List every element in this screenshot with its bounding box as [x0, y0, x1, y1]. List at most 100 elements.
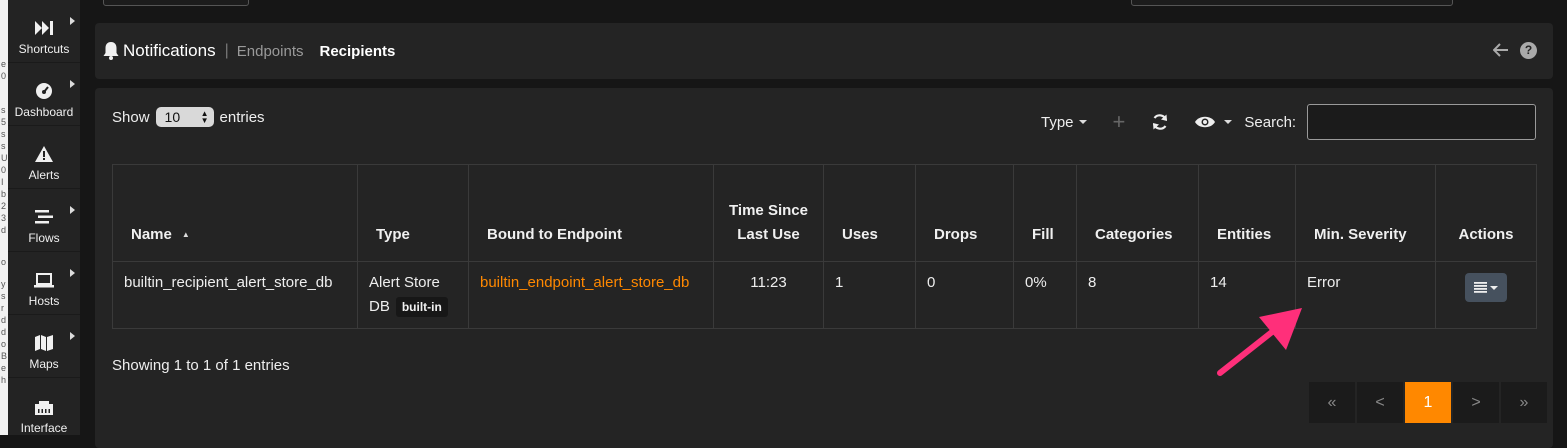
edge-fragment: B: [1, 351, 8, 361]
page-size-value: 10: [164, 109, 181, 125]
show-label: Show: [112, 108, 150, 126]
tab-recipients[interactable]: Recipients: [319, 43, 395, 60]
edge-fragment: s: [1, 129, 6, 139]
edge-fragment: s: [1, 291, 6, 301]
sidebar-item-alerts[interactable]: Alerts: [8, 126, 80, 189]
breadcrumb: Notifications | Endpoints Recipients: [103, 41, 395, 61]
edge-fragment: d: [1, 225, 7, 235]
page-prev-button[interactable]: <: [1357, 382, 1403, 423]
page-title: Notifications: [123, 41, 216, 60]
page-size-select[interactable]: 10 ▲ ▼: [155, 107, 214, 127]
column-header-bound-endpoint[interactable]: Bound to Endpoint: [468, 164, 714, 262]
cell-categories: 8: [1076, 261, 1199, 329]
column-header-fill[interactable]: Fill: [1013, 164, 1077, 262]
page-last-button[interactable]: »: [1501, 382, 1547, 423]
page-first-button[interactable]: «: [1309, 382, 1355, 423]
sidebar-item-interface[interactable]: Interface: [8, 378, 80, 441]
type-filter-dropdown[interactable]: Type: [1041, 114, 1087, 131]
sidebar-item-label: Maps: [29, 357, 59, 371]
select-arrows-icon: ▲ ▼: [200, 109, 209, 125]
sidebar-item-maps[interactable]: Maps: [8, 315, 80, 378]
column-header-drops[interactable]: Drops: [915, 164, 1014, 262]
eye-icon: [1195, 116, 1216, 128]
help-icon[interactable]: ?: [1520, 42, 1537, 59]
edge-fragment: 5: [1, 117, 7, 127]
edge-fragment: s: [1, 105, 6, 115]
fast-forward-icon: [34, 18, 54, 38]
caret-right-icon: [70, 80, 75, 88]
row-actions-button[interactable]: [1465, 273, 1507, 302]
edge-fragment: o: [1, 339, 7, 349]
edge-fragment: s: [1, 141, 6, 151]
table-row: builtin_recipient_alert_store_db Alert S…: [112, 261, 1537, 329]
pagination: « < 1 > »: [1309, 382, 1549, 423]
cell-uses: 1: [823, 261, 916, 329]
caret-right-icon: [70, 269, 75, 277]
sidebar: Shortcuts Dashboard Alerts Flows Hosts M…: [8, 0, 80, 435]
column-header-entities[interactable]: Entities: [1198, 164, 1296, 262]
caret-right-icon: [70, 206, 75, 214]
edge-text-fragments: e 0 s 5 s s U 0 I b 2 3 d o y s r d d o …: [0, 0, 8, 435]
column-header-uses[interactable]: Uses: [823, 164, 916, 262]
ethernet-icon: [34, 397, 54, 417]
table-info: Showing 1 to 1 of 1 entries: [112, 357, 290, 374]
map-icon: [34, 333, 54, 353]
cell-name: builtin_recipient_alert_store_db: [112, 261, 358, 329]
endpoint-link[interactable]: builtin_endpoint_alert_store_db: [480, 274, 689, 291]
list-icon: [1474, 282, 1487, 293]
top-toolbar-partial: [95, 0, 1567, 10]
type-filter-label: Type: [1041, 113, 1074, 131]
edge-fragment: U: [1, 153, 8, 163]
cell-time-since-last-use: 11:23: [713, 261, 824, 329]
edge-fragment: 0: [1, 165, 7, 175]
edge-fragment: d: [1, 315, 7, 325]
search-input[interactable]: [1307, 104, 1536, 140]
sidebar-item-label: Flows: [28, 231, 60, 245]
warning-icon: [34, 144, 54, 164]
sidebar-item-label: Alerts: [28, 168, 60, 182]
column-header-categories[interactable]: Categories: [1076, 164, 1199, 262]
global-search-input[interactable]: [1131, 0, 1453, 6]
caret-down-icon: [1224, 120, 1233, 124]
sidebar-item-label: Dashboard: [14, 105, 74, 119]
column-header-type[interactable]: Type: [357, 164, 469, 262]
edge-fragment: o: [1, 257, 7, 267]
column-visibility-dropdown[interactable]: [1195, 115, 1233, 129]
caret-down-icon: [1490, 285, 1498, 290]
stream-icon: [34, 207, 54, 227]
tab-endpoints[interactable]: Endpoints: [237, 43, 304, 60]
interface-selector[interactable]: [103, 0, 249, 6]
search-label: Search:: [1244, 113, 1297, 131]
column-header-actions: Actions: [1435, 164, 1537, 262]
edge-fragment: 3: [1, 213, 7, 223]
edge-fragment: b: [1, 189, 7, 199]
caret-right-icon: [70, 17, 75, 25]
page-size-control: Show 10 ▲ ▼ entries: [112, 107, 265, 127]
cell-drops: 0: [915, 261, 1014, 329]
annotation-arrow-icon: [1217, 308, 1302, 376]
edge-fragment: e: [1, 59, 7, 69]
page-current-button[interactable]: 1: [1405, 382, 1451, 423]
edge-fragment: d: [1, 327, 7, 337]
refresh-icon[interactable]: [1151, 113, 1169, 131]
sidebar-item-dashboard[interactable]: Dashboard: [8, 63, 80, 126]
recipients-panel: Show 10 ▲ ▼ entries Type + Search: Name ▲ …: [95, 88, 1553, 448]
cell-actions: [1435, 261, 1537, 329]
column-header-min-severity[interactable]: Min. Severity: [1295, 164, 1436, 262]
column-header-time-since-last-use[interactable]: Time Since Last Use: [713, 164, 824, 262]
sidebar-item-hosts[interactable]: Hosts: [8, 252, 80, 315]
add-recipient-button[interactable]: +: [1113, 111, 1126, 133]
page-next-button[interactable]: >: [1453, 382, 1499, 423]
laptop-icon: [34, 270, 54, 290]
back-arrow-icon[interactable]: [1492, 43, 1508, 61]
cell-bound-endpoint: builtin_endpoint_alert_store_db: [468, 261, 714, 329]
table-header-row: Name ▲ Type Bound to Endpoint Time Since …: [112, 164, 1537, 262]
recipients-table: Name ▲ Type Bound to Endpoint Time Since …: [112, 164, 1537, 329]
sidebar-item-label: Shortcuts: [18, 42, 70, 56]
column-header-name[interactable]: Name ▲: [112, 164, 358, 262]
sidebar-item-flows[interactable]: Flows: [8, 189, 80, 252]
sidebar-item-shortcuts[interactable]: Shortcuts: [8, 0, 80, 63]
sidebar-item-label: Interface: [20, 421, 68, 435]
caret-down-icon: [1078, 120, 1087, 124]
edge-fragment: 2: [1, 201, 7, 211]
